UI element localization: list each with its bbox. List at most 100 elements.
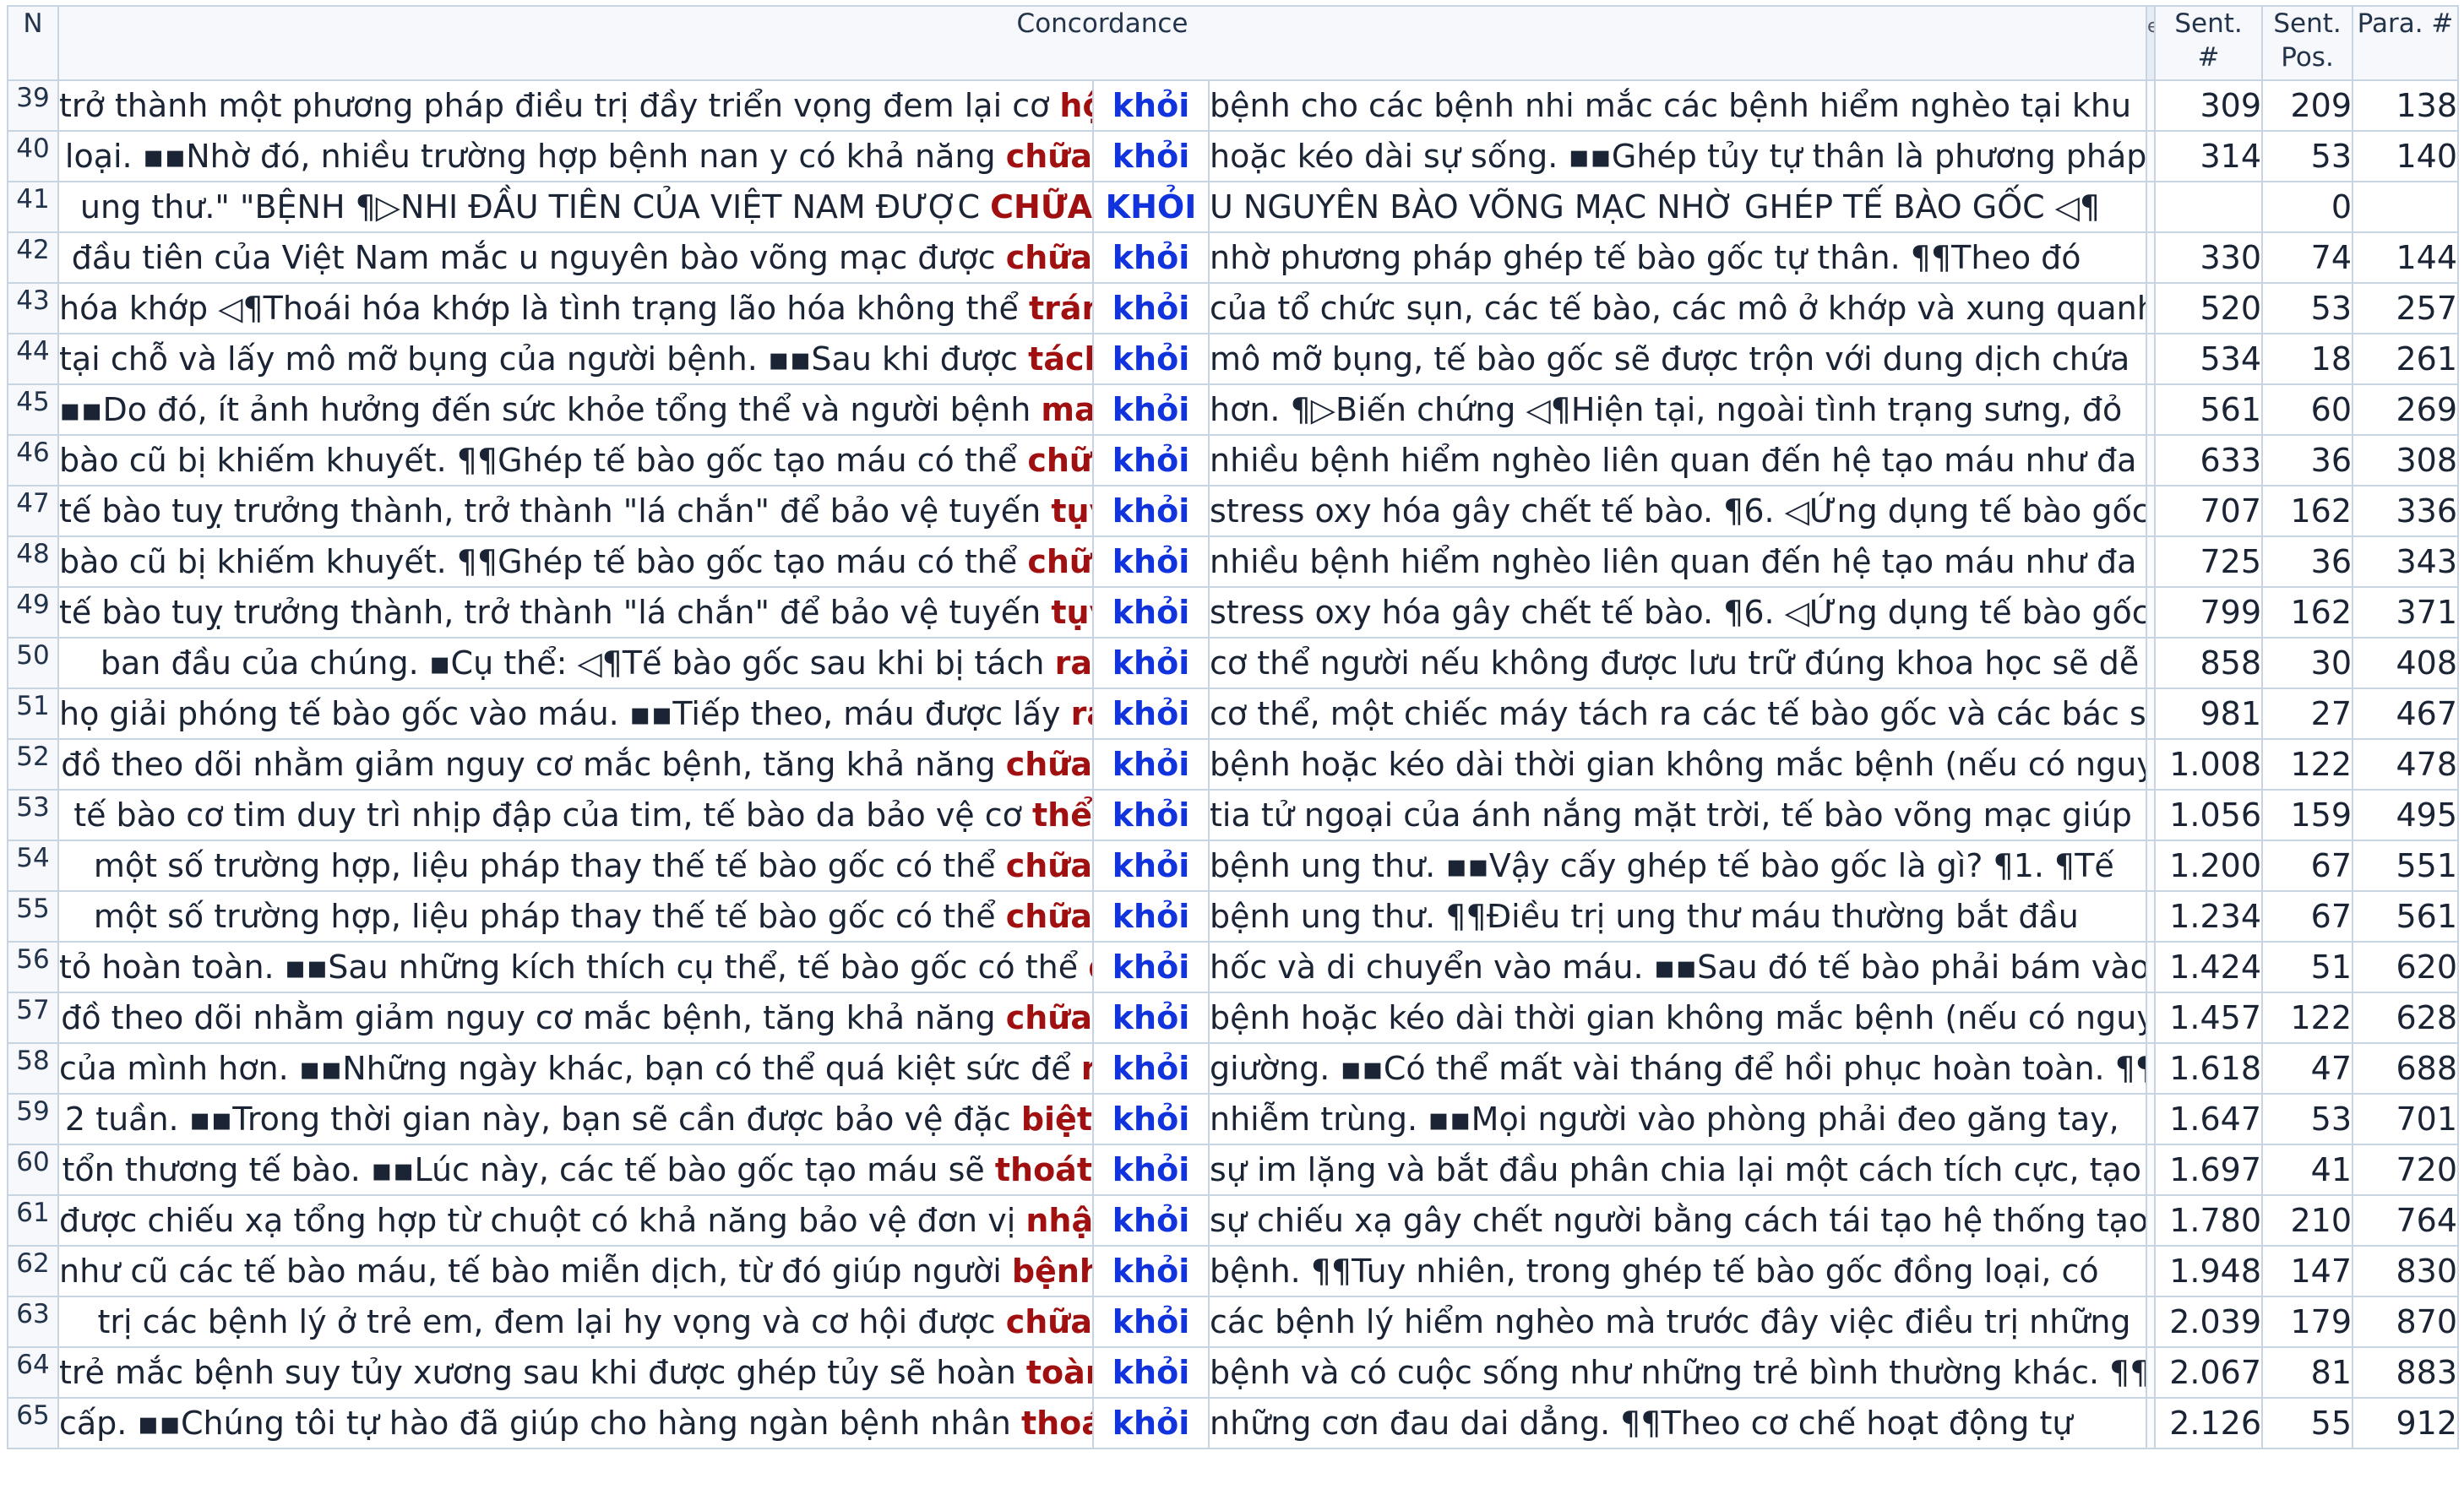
keyword[interactable]: khỏi (1092, 231, 1210, 284)
sent-number[interactable]: 1.457 (2154, 992, 2264, 1044)
table-row[interactable]: 54 một số trường hợp, liệu pháp thay thế … (7, 840, 2460, 892)
left-context[interactable]: bào cũ bị khiếm khuyết. ¶¶Ghép tế bào gố… (57, 434, 1094, 486)
right-context[interactable]: mô mỡ bụng, tế bào gốc sẽ được trộn với … (1207, 333, 2148, 385)
table-row[interactable]: 40 loại. ▪▪Nhờ đó, nhiều trường hợp bệnh … (7, 130, 2460, 182)
row-number[interactable]: 40 (7, 130, 59, 182)
sent-number[interactable]: 2.067 (2154, 1346, 2264, 1399)
right-context[interactable]: bệnh hoặc kéo dài thời gian không mắc bệ… (1207, 738, 2148, 791)
sent-position[interactable]: 53 (2261, 1093, 2354, 1145)
keyword[interactable]: khỏi (1092, 383, 1210, 436)
row-number[interactable]: 46 (7, 434, 59, 486)
table-row[interactable]: 44 tại chỗ và lấy mô mỡ bụng của người bệ… (7, 333, 2460, 385)
para-number[interactable]: 764 (2352, 1194, 2460, 1247)
keyword[interactable]: khỏi (1092, 688, 1210, 740)
keyword[interactable]: khỏi (1092, 941, 1210, 993)
keyword[interactable]: khỏi (1092, 535, 1210, 588)
left-context[interactable]: đồ theo dõi nhằm giảm nguy cơ mắc bệnh, … (57, 992, 1094, 1044)
right-context[interactable]: sự im lặng và bắt đầu phân chia lại một … (1207, 1144, 2148, 1196)
keyword[interactable]: khỏi (1092, 434, 1210, 486)
table-row[interactable]: 63 trị các bệnh lý ở trẻ em, đem lại hy v… (7, 1296, 2460, 1348)
left-context[interactable]: bào cũ bị khiếm khuyết. ¶¶Ghép tế bào gố… (57, 535, 1094, 588)
para-number[interactable]: 371 (2352, 586, 2460, 639)
sent-number[interactable]: 1.697 (2154, 1144, 2264, 1196)
left-context[interactable]: tỏ hoàn toàn. ▪▪Sau những kích thích cụ … (57, 941, 1094, 993)
left-context[interactable]: tổn thương tế bào. ▪▪Lúc này, các tế bào… (57, 1144, 1094, 1196)
sent-number[interactable]: 707 (2154, 485, 2264, 537)
left-context[interactable]: ban đầu của chúng. ▪Cụ thể: ◁¶Tế bào gốc… (57, 637, 1094, 689)
para-number[interactable]: 408 (2352, 637, 2460, 689)
keyword[interactable]: khỏi (1092, 789, 1210, 841)
column-header-concordance[interactable]: Concordance (57, 5, 2148, 81)
table-row[interactable]: 65 cấp. ▪▪Chúng tôi tự hào đã giúp cho hà… (7, 1397, 2460, 1449)
left-context[interactable]: tế bào tuỵ trưởng thành, trở thành "lá c… (57, 586, 1094, 639)
sent-number[interactable]: 2.039 (2154, 1296, 2264, 1348)
sent-position[interactable]: 67 (2261, 890, 2354, 943)
sent-position[interactable]: 147 (2261, 1245, 2354, 1297)
left-context[interactable]: hóa khớp ◁¶Thoái hóa khớp là tình trạng … (57, 282, 1094, 334)
sent-number[interactable]: 1.780 (2154, 1194, 2264, 1247)
keyword[interactable]: khỏi (1092, 1042, 1210, 1095)
para-number[interactable]: 343 (2352, 535, 2460, 588)
right-context[interactable]: bệnh và có cuộc sống như những trẻ bình … (1207, 1346, 2148, 1399)
para-number[interactable]: 269 (2352, 383, 2460, 436)
row-number[interactable]: 54 (7, 840, 59, 892)
row-number[interactable]: 43 (7, 282, 59, 334)
sent-number[interactable]: 330 (2154, 231, 2264, 284)
right-context[interactable]: các bệnh lý hiểm nghèo mà trước đây việc… (1207, 1296, 2148, 1348)
para-number[interactable]: 688 (2352, 1042, 2460, 1095)
row-number[interactable]: 57 (7, 992, 59, 1044)
table-row[interactable]: 47 tế bào tuỵ trưởng thành, trở thành "lá… (7, 485, 2460, 537)
table-row[interactable]: 45 ▪▪Do đó, ít ảnh hưởng đến sức khỏe tổn… (7, 383, 2460, 436)
sent-number[interactable]: 1.008 (2154, 738, 2264, 791)
para-number[interactable]: 138 (2352, 79, 2460, 132)
right-context[interactable]: bệnh cho các bệnh nhi mắc các bệnh hiểm … (1207, 79, 2148, 132)
para-number[interactable]: 140 (2352, 130, 2460, 182)
row-number[interactable]: 41 (7, 181, 59, 233)
keyword[interactable]: KHỎI (1092, 181, 1210, 233)
sent-position[interactable]: 179 (2261, 1296, 2354, 1348)
sent-number[interactable]: 981 (2154, 688, 2264, 740)
table-row[interactable]: 43 hóa khớp ◁¶Thoái hóa khớp là tình trạn… (7, 282, 2460, 334)
left-context[interactable]: trở thành một phương pháp điều trị đầy t… (57, 79, 1094, 132)
sent-position[interactable]: 81 (2261, 1346, 2354, 1399)
row-number[interactable]: 64 (7, 1346, 59, 1399)
right-context[interactable]: bệnh ung thư. ▪▪Vậy cấy ghép tế bào gốc … (1207, 840, 2148, 892)
para-number[interactable]: 261 (2352, 333, 2460, 385)
left-context[interactable]: cấp. ▪▪Chúng tôi tự hào đã giúp cho hàng… (57, 1397, 1094, 1449)
right-context[interactable]: nhiều bệnh hiểm nghèo liên quan đến hệ t… (1207, 535, 2148, 588)
row-number[interactable]: 45 (7, 383, 59, 436)
keyword[interactable]: khỏi (1092, 1296, 1210, 1348)
column-header-separator[interactable]: e (2146, 5, 2157, 81)
table-row[interactable]: 55 một số trường hợp, liệu pháp thay thế … (7, 890, 2460, 943)
right-context[interactable]: cơ thể, một chiếc máy tách ra các tế bào… (1207, 688, 2148, 740)
row-number[interactable]: 42 (7, 231, 59, 284)
para-number[interactable]: 478 (2352, 738, 2460, 791)
sent-position[interactable]: 55 (2261, 1397, 2354, 1449)
right-context[interactable]: stress oxy hóa gây chết tế bào. ¶6. ◁Ứng… (1207, 485, 2148, 537)
table-row[interactable]: 58 của mình hơn. ▪▪Những ngày khác, bạn c… (7, 1042, 2460, 1095)
right-context[interactable]: nhờ phương pháp ghép tế bào gốc tự thân.… (1207, 231, 2148, 284)
sent-number[interactable]: 725 (2154, 535, 2264, 588)
keyword[interactable]: khỏi (1092, 1093, 1210, 1145)
keyword[interactable]: khỏi (1092, 282, 1210, 334)
sent-number[interactable]: 1.424 (2154, 941, 2264, 993)
left-context[interactable]: tế bào tuỵ trưởng thành, trở thành "lá c… (57, 485, 1094, 537)
left-context[interactable]: của mình hơn. ▪▪Những ngày khác, bạn có … (57, 1042, 1094, 1095)
keyword[interactable]: khỏi (1092, 992, 1210, 1044)
row-number[interactable]: 53 (7, 789, 59, 841)
sent-position[interactable]: 162 (2261, 485, 2354, 537)
keyword[interactable]: khỏi (1092, 1397, 1210, 1449)
right-context[interactable]: giường. ▪▪Có thể mất vài tháng để hồi ph… (1207, 1042, 2148, 1095)
row-number[interactable]: 62 (7, 1245, 59, 1297)
sent-number[interactable]: 1.618 (2154, 1042, 2264, 1095)
keyword[interactable]: khỏi (1092, 890, 1210, 943)
right-context[interactable]: nhiễm trùng. ▪▪Mọi người vào phòng phải … (1207, 1093, 2148, 1145)
para-number[interactable]: 830 (2352, 1245, 2460, 1297)
para-number[interactable]: 870 (2352, 1296, 2460, 1348)
para-number[interactable]: 628 (2352, 992, 2460, 1044)
keyword[interactable]: khỏi (1092, 586, 1210, 639)
table-row[interactable]: 48 bào cũ bị khiếm khuyết. ¶¶Ghép tế bào … (7, 535, 2460, 588)
row-number[interactable]: 39 (7, 79, 59, 132)
row-number[interactable]: 65 (7, 1397, 59, 1449)
left-context[interactable]: tế bào cơ tim duy trì nhịp đập của tim, … (57, 789, 1094, 841)
